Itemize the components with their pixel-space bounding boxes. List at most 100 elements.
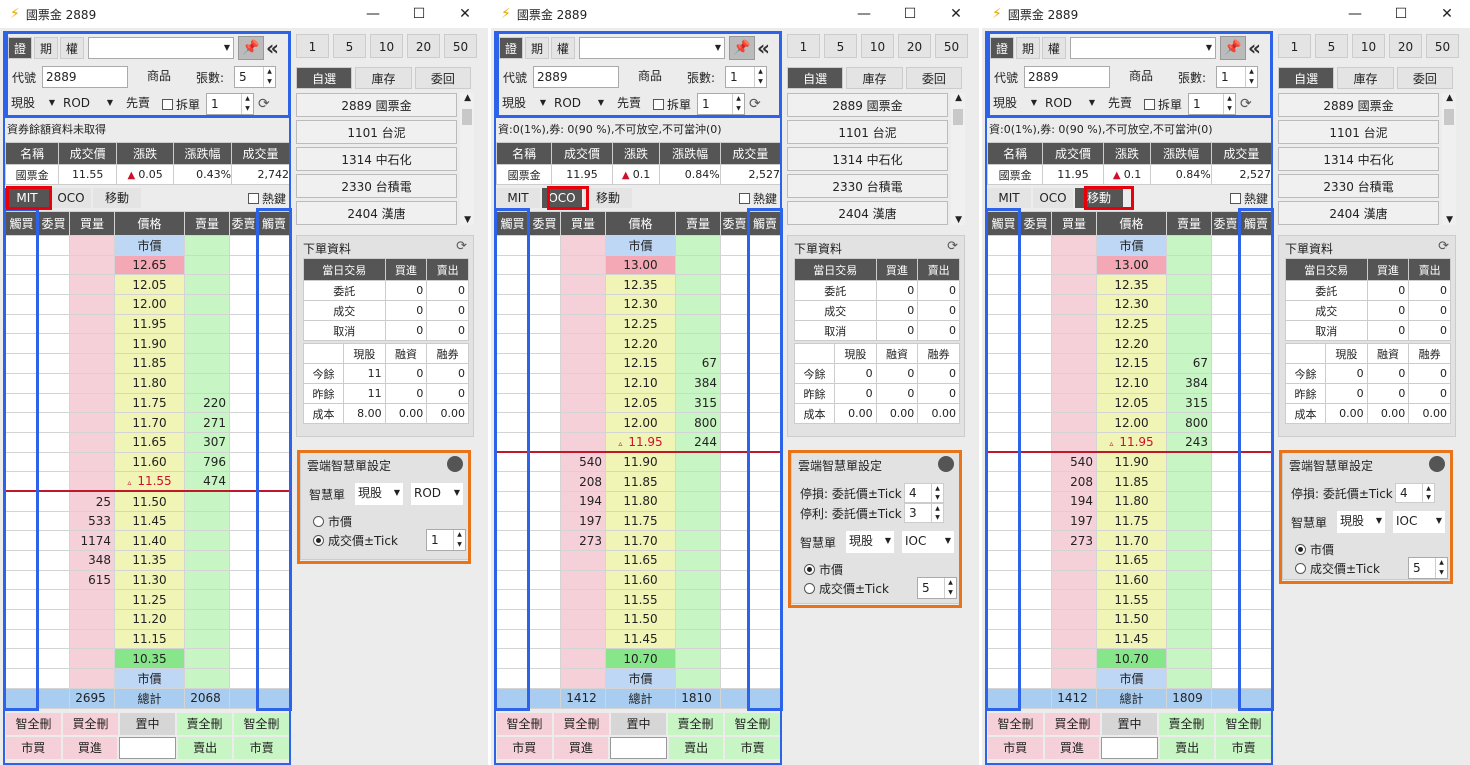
ladder-cell[interactable]: 1412 [1051, 687, 1097, 709]
ladder-cell[interactable] [560, 431, 606, 453]
ladder-cell[interactable] [69, 254, 115, 276]
ladder-row[interactable]: 11.85 [5, 353, 291, 374]
ladder-cell[interactable]: 11.65 [114, 431, 185, 453]
ladder-cell[interactable] [748, 648, 782, 670]
ladder-row[interactable]: 11.20 [5, 609, 291, 630]
ladder-cell[interactable] [1166, 589, 1212, 611]
ladder-cell[interactable] [5, 431, 38, 453]
ladder-cell[interactable]: 市價 [114, 668, 185, 689]
radio-row-2[interactable]: 成交價±Tick 5 ▲ ▼ [1295, 557, 1448, 579]
scroll-up-icon[interactable]: ▲ [464, 93, 471, 103]
ladder-cell[interactable] [184, 510, 230, 532]
radio-row-1[interactable]: 市價 [804, 561, 843, 578]
ladder-cell[interactable] [987, 687, 1020, 709]
radio-row-1[interactable]: 市價 [1295, 541, 1334, 558]
ladder-cell[interactable] [560, 353, 606, 374]
ladder-cell[interactable] [987, 609, 1020, 630]
ladder-cell[interactable]: 11.55 [1096, 589, 1167, 611]
ladder-cell[interactable] [5, 589, 38, 611]
ladder-cell[interactable] [37, 235, 70, 256]
ladder-cell[interactable] [69, 392, 115, 414]
ladder-cell[interactable] [528, 431, 561, 453]
code-input[interactable]: 2889 [533, 66, 619, 88]
ladder-cell[interactable] [184, 490, 230, 512]
spin-arrows-icon[interactable]: ▲ ▼ [931, 484, 943, 502]
spin-arrows-icon[interactable]: ▲ ▼ [931, 504, 943, 522]
maximize-icon[interactable]: ☐ [1378, 0, 1424, 28]
ladder-cell[interactable] [1019, 609, 1052, 630]
ladder-row[interactable]: 11.55 [496, 589, 782, 611]
trade-type-select[interactable]: 現股 ▼ [8, 93, 58, 115]
ladder-cell[interactable] [720, 471, 749, 492]
ladder-cell[interactable] [496, 569, 529, 591]
ladder-cell[interactable]: 244 [675, 431, 721, 453]
market-tab-0[interactable]: 證 [990, 37, 1014, 59]
ladder-cell[interactable]: 11.90 [605, 451, 676, 473]
action-button[interactable]: 賣出 [1159, 737, 1215, 759]
ladder-cell[interactable] [1019, 235, 1052, 256]
ladder-cell[interactable] [1051, 235, 1097, 256]
ladder-cell[interactable] [229, 668, 258, 689]
ladder-cell[interactable] [675, 235, 721, 256]
ladder-cell[interactable] [1239, 372, 1273, 394]
ladder-row[interactable]: 市價 [987, 668, 1273, 689]
collapse-icon[interactable]: « [266, 36, 279, 60]
spin-arrows-icon[interactable]: ▲ ▼ [754, 67, 766, 87]
ladder-cell[interactable]: 11.70 [605, 530, 676, 551]
ladder-cell[interactable] [528, 274, 561, 296]
watchlist-item[interactable]: 2404 漢唐 [1278, 201, 1439, 225]
ladder-row[interactable]: 12.00 [5, 294, 291, 315]
ladder-cell[interactable] [229, 254, 258, 276]
action-button[interactable]: 買進 [1044, 737, 1100, 759]
hotkey-checkbox[interactable] [1229, 192, 1241, 204]
right-tab-2[interactable]: 委回 [905, 67, 962, 89]
qty-button[interactable]: 5 [824, 34, 857, 58]
ladder-cell[interactable] [560, 274, 606, 296]
ladder-cell[interactable] [987, 274, 1020, 296]
ladder-cell[interactable]: 12.20 [605, 333, 676, 355]
ladder-cell[interactable] [257, 609, 291, 630]
ladder-cell[interactable] [496, 490, 529, 512]
ladder-cell[interactable] [560, 372, 606, 394]
ladder-cell[interactable]: 總計 [605, 687, 676, 709]
ladder-cell[interactable]: 220 [184, 392, 230, 414]
ladder-cell[interactable] [257, 254, 291, 276]
ladder-cell[interactable] [184, 648, 230, 670]
tick-stepper[interactable]: 5 ▲ ▼ [1408, 557, 1448, 579]
qty-button[interactable]: 5 [333, 34, 366, 58]
ladder-row[interactable]: ▵ 11.95 244 [496, 431, 782, 453]
ladder-cell[interactable] [37, 530, 70, 551]
ladder-cell[interactable]: 12.25 [1096, 313, 1167, 335]
ladder-cell[interactable]: 12.15 [605, 353, 676, 374]
ladder-cell[interactable] [1051, 569, 1097, 591]
right-tab-1[interactable]: 庫存 [846, 67, 903, 89]
ladder-cell[interactable] [5, 451, 38, 473]
ladder-cell[interactable]: 11.70 [1096, 530, 1167, 551]
ladder-cell[interactable] [1211, 294, 1240, 315]
ladder-cell[interactable] [37, 333, 70, 355]
ladder-row[interactable]: 11.80 [5, 372, 291, 394]
ladder-cell[interactable]: 12.30 [605, 294, 676, 315]
ladder-cell[interactable] [1239, 530, 1273, 551]
mode-tab-1[interactable]: OCO [51, 188, 91, 208]
ladder-cell[interactable]: 11.50 [1096, 609, 1167, 630]
ladder-cell[interactable] [229, 569, 258, 591]
ladder-cell[interactable] [1211, 550, 1240, 571]
ladder-cell[interactable] [528, 471, 561, 492]
ladder-cell[interactable]: 12.05 [114, 274, 185, 296]
qty-stepper[interactable]: 1 ▲ ▼ [725, 66, 767, 88]
ladder-cell[interactable] [257, 589, 291, 611]
ladder-cell[interactable] [748, 471, 782, 492]
order-type-select[interactable]: ROD ▼ [551, 93, 607, 115]
ladder-cell[interactable] [987, 392, 1020, 414]
ladder-cell[interactable] [229, 530, 258, 551]
ladder-cell[interactable]: 10.35 [114, 648, 185, 670]
ladder-cell[interactable] [675, 510, 721, 532]
ladder-cell[interactable]: 11.85 [114, 353, 185, 374]
ladder-cell[interactable] [1211, 235, 1240, 256]
hotkey-checkbox[interactable] [247, 192, 259, 204]
scroll-down-icon[interactable]: ▼ [955, 215, 962, 225]
ladder-cell[interactable] [1051, 313, 1097, 335]
ladder-cell[interactable] [528, 294, 561, 315]
right-tab-2[interactable]: 委回 [414, 67, 471, 89]
